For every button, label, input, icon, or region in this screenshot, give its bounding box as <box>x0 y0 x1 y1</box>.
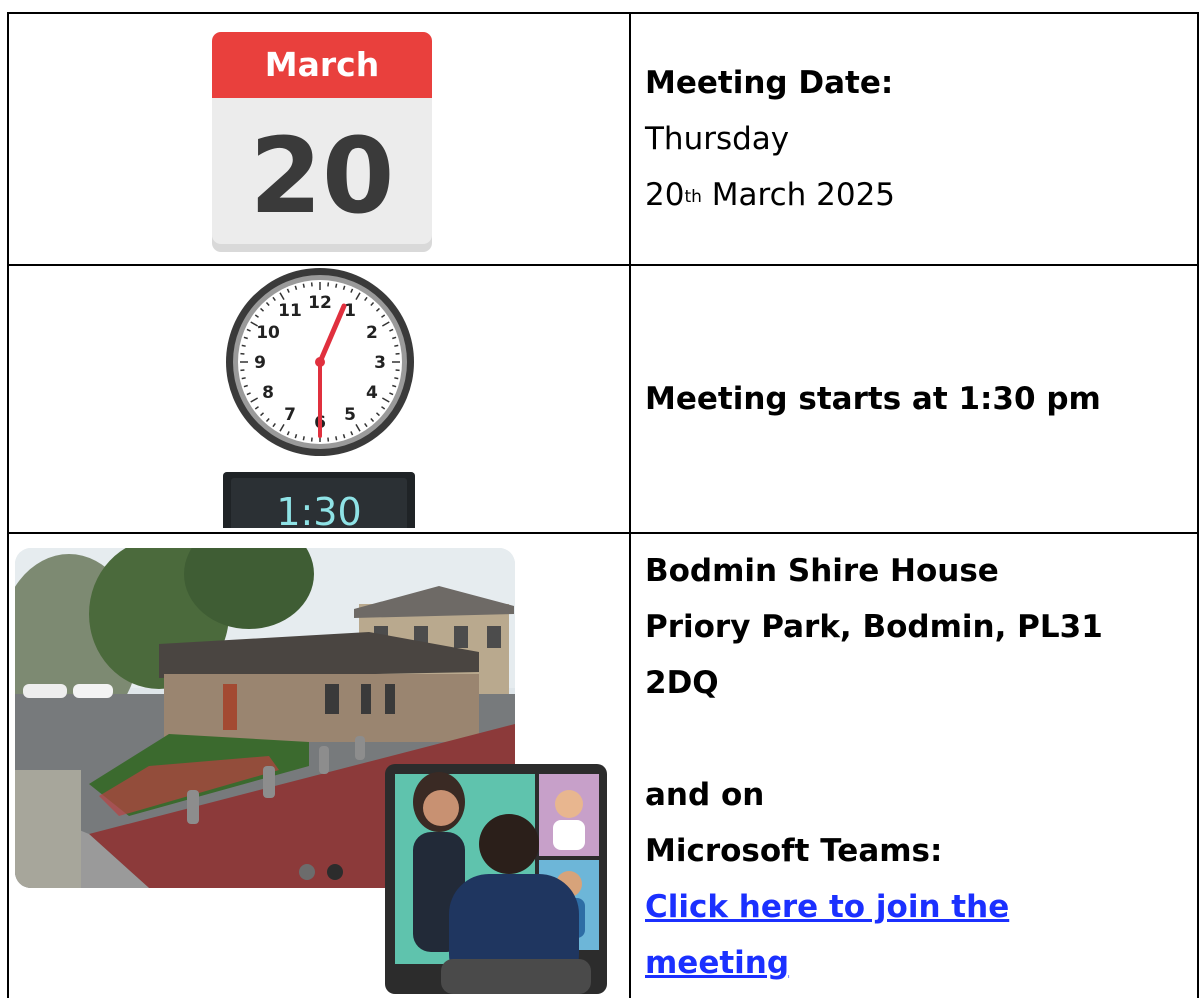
join-meeting-link[interactable]: Click here to join the <box>645 889 1009 925</box>
clock-dial-number: 5 <box>344 405 356 425</box>
page: March 20 Meeting Date: Thursday 20th Mar… <box>0 0 1200 965</box>
clock-icon: 1:30 121234567891011 <box>9 266 629 528</box>
row-location: Bodmin Shire House Priory Park, Bodmin, … <box>8 533 1198 998</box>
clock-dial-number: 7 <box>284 405 296 425</box>
clock-dial-number: 8 <box>262 383 274 403</box>
clock-dial-number: 2 <box>366 323 378 343</box>
calendar-day: 20 <box>250 115 395 237</box>
calendar-cell: March 20 <box>8 13 630 265</box>
meeting-info-table: March 20 Meeting Date: Thursday 20th Mar… <box>7 12 1199 998</box>
date-cell: Meeting Date: Thursday 20th March 2025 <box>630 13 1198 265</box>
clock-dial-number: 1 <box>344 301 356 321</box>
row-time: 1:30 121234567891011 Meeting starts at 1… <box>8 265 1198 533</box>
date-month-year: March 2025 <box>712 177 895 213</box>
clock-dial-number: 3 <box>374 353 386 373</box>
teams-video-call-illustration <box>385 764 607 994</box>
venue-address-line: Priory Park, Bodmin, PL31 <box>645 599 1197 655</box>
join-link-line-2: meeting <box>645 935 1197 991</box>
clock-dial-number: 4 <box>366 383 378 403</box>
row-date: March 20 Meeting Date: Thursday 20th Mar… <box>8 13 1198 265</box>
clock-dial-number: 9 <box>254 353 266 373</box>
clock-dial-number: 10 <box>256 323 280 343</box>
date-ordinal: th <box>684 187 701 207</box>
join-meeting-link-continued[interactable]: meeting <box>645 945 789 981</box>
venue-postcode: 2DQ <box>645 655 1197 711</box>
location-cell <box>8 533 630 998</box>
meeting-time-text: Meeting starts at 1:30 pm <box>645 371 1197 427</box>
and-on-text: and on <box>645 767 1197 823</box>
clock-dial-number: 12 <box>308 293 332 313</box>
meeting-date-label: Meeting Date: <box>645 55 1197 111</box>
location-cell-text: Bodmin Shire House Priory Park, Bodmin, … <box>630 533 1198 998</box>
clock-cell: 1:30 121234567891011 <box>8 265 630 533</box>
venue-name: Bodmin Shire House <box>645 543 1197 599</box>
date-day-number: 20 <box>645 177 684 213</box>
microsoft-teams-label: Microsoft Teams: <box>645 823 1197 879</box>
meeting-weekday: Thursday <box>645 111 1197 167</box>
calendar-icon: March 20 <box>9 14 629 260</box>
venue-photo <box>9 534 629 994</box>
time-cell: Meeting starts at 1:30 pm <box>630 265 1198 533</box>
digital-time: 1:30 <box>276 490 361 528</box>
spacer <box>645 711 1197 767</box>
meeting-date-line: 20th March 2025 <box>645 167 1197 223</box>
clock-dial-number: 11 <box>278 301 302 321</box>
join-link-line-1: Click here to join the <box>645 879 1197 935</box>
calendar-month: March <box>265 45 379 84</box>
